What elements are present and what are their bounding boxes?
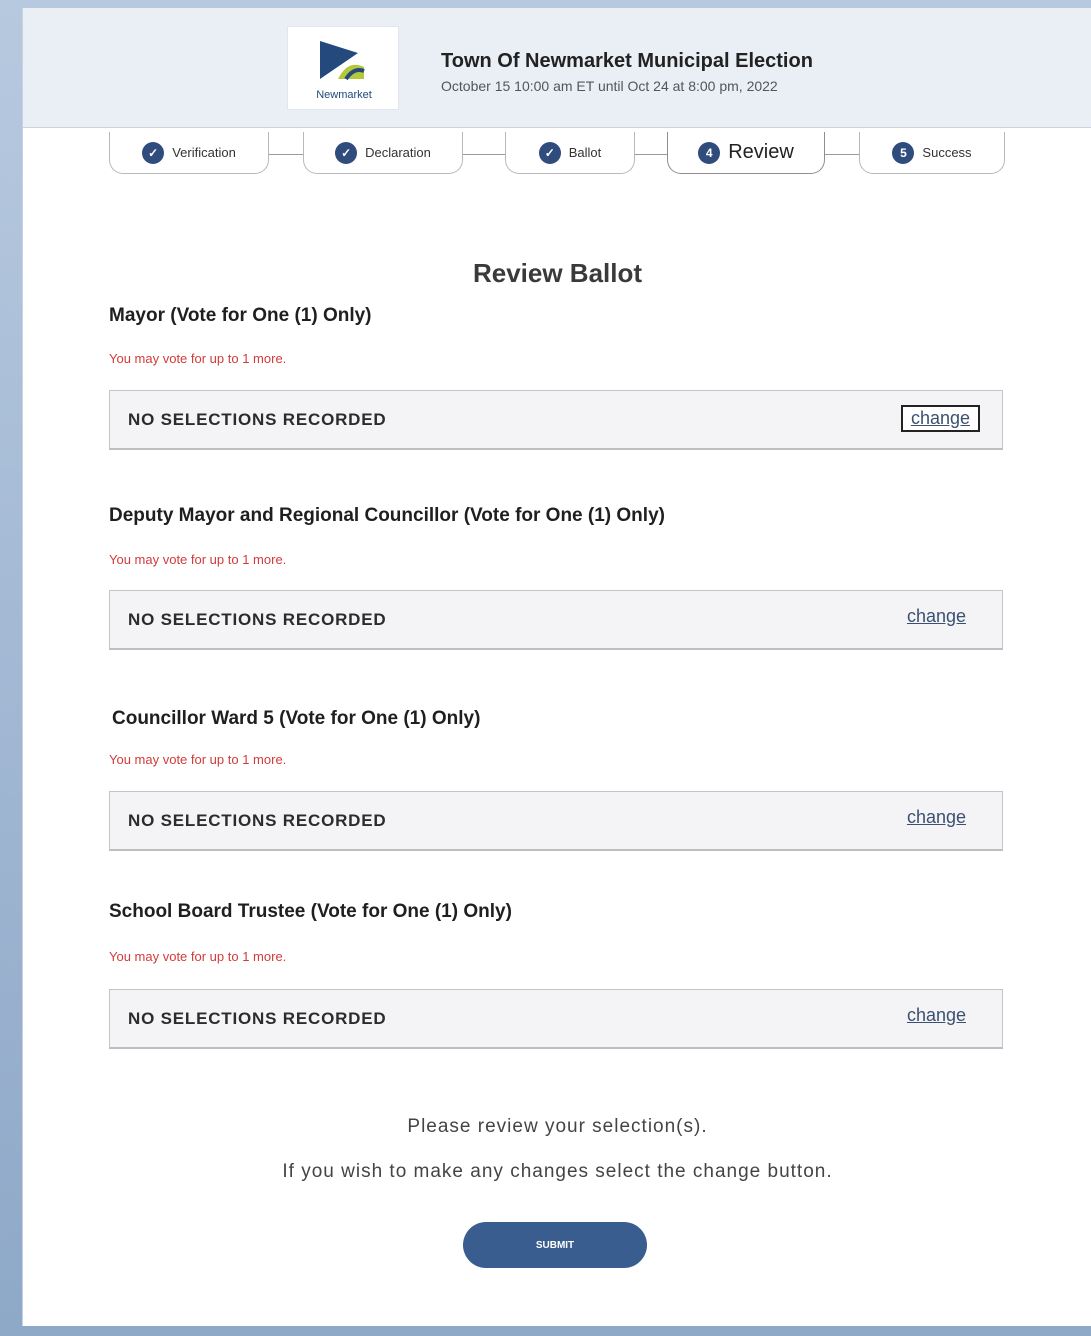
- selection-text: NO SELECTIONS RECORDED: [128, 410, 387, 429]
- step-label: Success: [922, 145, 972, 160]
- selection-box: NO SELECTIONS RECORDED change: [109, 390, 1003, 450]
- selection-text: NO SELECTIONS RECORDED: [128, 1009, 387, 1028]
- step-review: 4 Review: [667, 132, 825, 174]
- step-number-badge: 4: [698, 141, 721, 164]
- selection-box: NO SELECTIONS RECORDED change: [109, 791, 1003, 851]
- selection-box: NO SELECTIONS RECORDED change: [109, 989, 1003, 1049]
- check-icon: ✓: [142, 141, 165, 164]
- step-number-badge: 5: [892, 141, 915, 164]
- election-title: Town Of Newmarket Municipal Election: [441, 50, 813, 72]
- step-label: Declaration: [365, 145, 431, 160]
- newmarket-logo: Newmarket: [287, 26, 399, 110]
- race-title: Deputy Mayor and Regional Councillor (Vo…: [109, 505, 665, 526]
- change-button[interactable]: change: [899, 806, 974, 829]
- step-ballot: ✓ Ballot: [505, 132, 635, 174]
- page-title: Review Ballot: [472, 258, 643, 288]
- check-icon: ✓: [335, 141, 358, 164]
- election-dates: October 15 10:00 am ET until Oct 24 at 8…: [441, 78, 778, 94]
- change-button[interactable]: change: [900, 405, 980, 432]
- progress-stepper: ✓ Verification ✓ Declaration ✓ Ballot 4 …: [109, 132, 1009, 178]
- race-title: Mayor (Vote for One (1) Only): [109, 305, 372, 326]
- race-note: You may vote for up to 1 more.: [109, 949, 287, 964]
- race-title: School Board Trustee (Vote for One (1) O…: [109, 901, 512, 922]
- step-label: Review: [728, 141, 794, 163]
- step-verification: ✓ Verification: [109, 132, 269, 174]
- change-instructions: If you wish to make any changes select t…: [282, 1161, 833, 1182]
- race-note: You may vote for up to 1 more.: [109, 752, 287, 767]
- race-note: You may vote for up to 1 more.: [109, 351, 287, 366]
- header: Newmarket Town Of Newmarket Municipal El…: [23, 8, 1091, 128]
- race-note: You may vote for up to 1 more.: [109, 552, 287, 567]
- logo-text: Newmarket: [316, 89, 372, 101]
- step-label: Ballot: [568, 145, 602, 160]
- flag-logo-icon: [320, 41, 365, 81]
- change-button[interactable]: change: [899, 605, 974, 628]
- submit-button[interactable]: SUBMIT: [463, 1222, 647, 1268]
- selection-text: NO SELECTIONS RECORDED: [128, 610, 387, 629]
- selection-text: NO SELECTIONS RECORDED: [128, 811, 387, 830]
- check-icon: ✓: [538, 141, 561, 164]
- change-button[interactable]: change: [899, 1004, 974, 1027]
- step-success: 5 Success: [859, 132, 1005, 174]
- review-message: Please review your selection(s).: [407, 1116, 708, 1137]
- step-label: Verification: [172, 145, 236, 160]
- step-declaration: ✓ Declaration: [303, 132, 463, 174]
- election-page: Newmarket Town Of Newmarket Municipal El…: [22, 8, 1091, 1326]
- race-title: Councillor Ward 5 (Vote for One (1) Only…: [112, 708, 481, 729]
- selection-box: NO SELECTIONS RECORDED change: [109, 590, 1003, 650]
